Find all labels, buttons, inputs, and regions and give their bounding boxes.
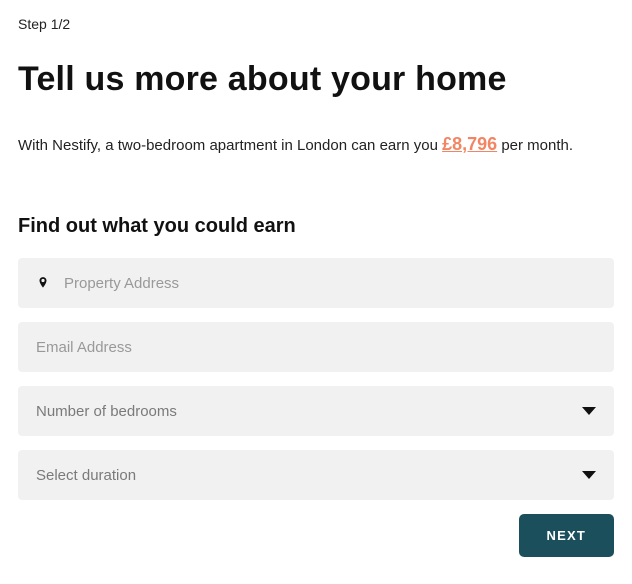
duration-select-label: Select duration (36, 467, 136, 484)
address-input[interactable] (64, 275, 596, 292)
intro-suffix: per month. (497, 137, 573, 154)
duration-field[interactable]: Select duration (18, 450, 614, 500)
form-subheading: Find out what you could earn (18, 215, 614, 238)
chevron-down-icon (582, 471, 596, 479)
bedrooms-select-label: Number of bedrooms (36, 403, 177, 420)
next-button[interactable]: NEXT (519, 514, 614, 557)
map-pin-icon (36, 274, 50, 292)
page-title: Tell us more about your home (18, 60, 614, 99)
chevron-down-icon (582, 407, 596, 415)
step-indicator: Step 1/2 (18, 16, 614, 32)
bedrooms-field[interactable]: Number of bedrooms (18, 386, 614, 436)
form-actions: NEXT (18, 514, 614, 557)
address-field[interactable] (18, 258, 614, 308)
email-input[interactable] (36, 339, 596, 356)
intro-prefix: With Nestify, a two-bedroom apartment in… (18, 137, 442, 154)
email-field[interactable] (18, 322, 614, 372)
intro-text: With Nestify, a two-bedroom apartment in… (18, 127, 614, 161)
earn-amount-link[interactable]: £8,796 (442, 134, 497, 154)
